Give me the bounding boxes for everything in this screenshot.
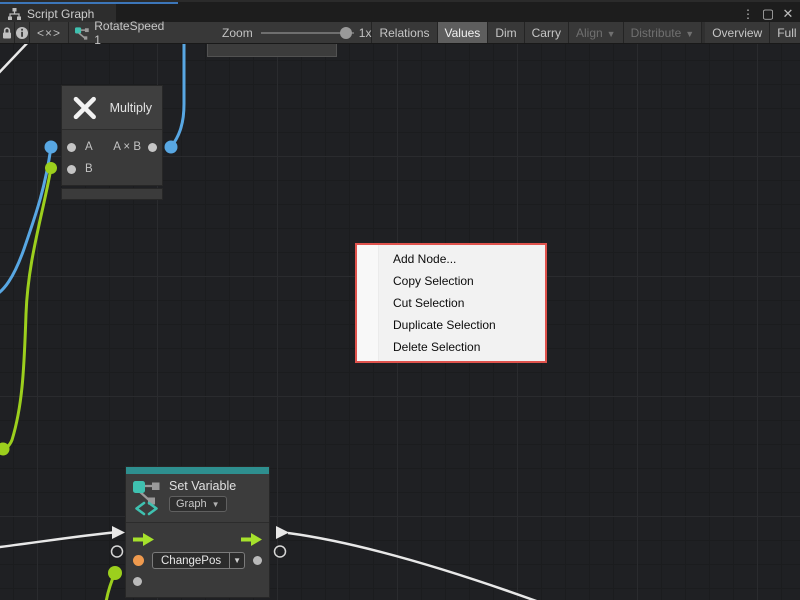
unconnected-port-ring-left[interactable] [112, 546, 123, 557]
port-a-label: A [85, 141, 93, 153]
wire-blue-output[interactable] [171, 44, 184, 147]
relations-button[interactable]: Relations [372, 22, 437, 43]
menu-item-cut-selection[interactable]: Cut Selection [357, 292, 545, 314]
menu-item-add-node[interactable]: Add Node... [357, 248, 545, 270]
wire-white-out-of-setvar[interactable] [288, 533, 550, 600]
toolbar-right: Relations Values Dim Carry Align ▼ Distr… [372, 22, 800, 43]
multiply-node-title: Multiply [110, 101, 152, 115]
set-variable-header[interactable]: Set Variable Graph ▼ [126, 474, 269, 523]
variable-kind-bar [126, 467, 269, 474]
window-menu-icon[interactable]: ⋮ [740, 5, 756, 23]
zoom-slider-thumb[interactable] [340, 27, 352, 39]
lock-button[interactable] [0, 22, 15, 43]
chevron-down-icon: ▼ [229, 553, 244, 568]
value-output-port[interactable] [253, 556, 262, 565]
wire-white-topleft[interactable] [0, 44, 31, 78]
menu-item-delete-selection[interactable]: Delete Selection [357, 336, 545, 358]
close-icon[interactable]: ✕ [780, 5, 796, 23]
graph-hierarchy-icon [8, 8, 21, 20]
variable-scope-dropdown[interactable]: Graph ▼ [169, 496, 227, 512]
full-screen-button[interactable]: Full Screen [770, 22, 800, 43]
wire-blue-output-endpoint[interactable] [165, 141, 178, 154]
wire-blue-input-endpoint[interactable] [45, 141, 58, 154]
unconnected-port-ring-right[interactable] [275, 546, 286, 557]
code-view-glyph: <×> [37, 26, 61, 40]
port-b-label: B [85, 163, 93, 175]
zoom-slider[interactable] [261, 27, 354, 39]
wire-white-input-arrow[interactable] [112, 526, 125, 539]
multiply-row-b: B [62, 158, 162, 180]
setvar-control-row [126, 529, 269, 550]
script-graph-window: Script Graph ⋮ ▢ ✕ <×> [0, 0, 800, 600]
zoom-value: 1x [359, 26, 372, 40]
setvar-value-row [126, 571, 269, 592]
align-button: Align ▼ [569, 22, 624, 43]
carry-button[interactable]: Carry [525, 22, 569, 43]
graph-breadcrumb[interactable]: RotateSpeed 1 [75, 19, 170, 47]
code-view-button[interactable]: <×> [30, 22, 69, 43]
menu-item-copy-selection[interactable]: Copy Selection [357, 270, 545, 292]
set-variable-body: ChangePos ▼ [126, 523, 269, 597]
graph-name-label: RotateSpeed 1 [94, 19, 170, 47]
variable-name-dropdown[interactable]: ChangePos ▼ [152, 552, 245, 569]
graph-toolbar: <×> RotateSpeed 1 Zoom 1x Relations Va [0, 22, 800, 44]
menu-item-duplicate-selection[interactable]: Duplicate Selection [357, 314, 545, 336]
info-button[interactable] [15, 22, 30, 43]
wire-white-output-arrow[interactable] [276, 526, 289, 539]
set-variable-title: Set Variable [169, 479, 236, 493]
values-button[interactable]: Values [438, 22, 489, 43]
maximize-icon[interactable]: ▢ [760, 5, 776, 23]
window-controls: ⋮ ▢ ✕ [740, 4, 796, 24]
toolbar-middle: RotateSpeed 1 Zoom 1x [69, 22, 372, 43]
dim-button[interactable]: Dim [488, 22, 524, 43]
multiply-node-footer [61, 188, 163, 200]
wire-green-input-endpoint[interactable] [45, 162, 57, 174]
graph-canvas[interactable]: Multiply A A × B B [0, 44, 800, 600]
port-a-input[interactable] [67, 143, 76, 152]
port-result-label: A × B [113, 141, 141, 153]
multiply-node-header[interactable]: Multiply [62, 86, 162, 130]
script-graph-icon [75, 26, 89, 40]
overview-button[interactable]: Overview [705, 22, 770, 43]
wire-green-input[interactable] [3, 168, 51, 449]
control-input-arrow-icon[interactable] [133, 533, 154, 546]
chevron-down-icon: ▼ [685, 29, 694, 39]
chevron-down-icon: ▼ [212, 500, 220, 509]
distribute-button: Distribute ▼ [624, 22, 703, 43]
control-output-arrow-icon[interactable] [241, 533, 262, 546]
chevron-down-icon: ▼ [607, 29, 616, 39]
multiply-icon [72, 95, 98, 121]
setvar-variable-row: ChangePos ▼ [126, 550, 269, 571]
zoom-label: Zoom [222, 26, 253, 40]
set-variable-node[interactable]: Set Variable Graph ▼ [125, 466, 270, 600]
variable-scope-label: Graph [176, 498, 207, 510]
variable-name-port[interactable] [133, 555, 144, 566]
context-menu: Add Node... Copy Selection Cut Selection… [355, 243, 547, 363]
port-result-output[interactable] [148, 143, 157, 152]
info-icon [15, 26, 29, 40]
multiply-row-a: A A × B [62, 136, 162, 158]
lock-icon [0, 26, 14, 40]
variable-name-label: ChangePos [153, 553, 229, 568]
value-input-port[interactable] [133, 577, 142, 586]
multiply-node-body: A A × B B [62, 130, 162, 185]
port-b-input[interactable] [67, 165, 76, 174]
set-variable-icon [133, 479, 163, 516]
wire-white-into-setvar[interactable] [0, 533, 113, 549]
multiply-node[interactable]: Multiply A A × B B [61, 85, 163, 200]
wire-green-setvar-endpoint[interactable] [108, 566, 122, 580]
wire-blue-input[interactable] [0, 147, 51, 297]
